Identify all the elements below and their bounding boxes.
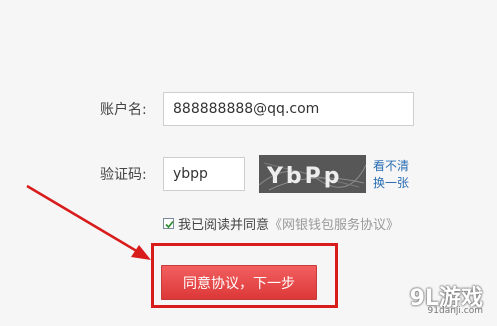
agree-next-button[interactable]: 同意协议，下一步 <box>161 265 317 300</box>
site-watermark: 9L游戏 91danji.com <box>379 280 489 320</box>
watermark-site: 91danji.com <box>427 306 483 316</box>
